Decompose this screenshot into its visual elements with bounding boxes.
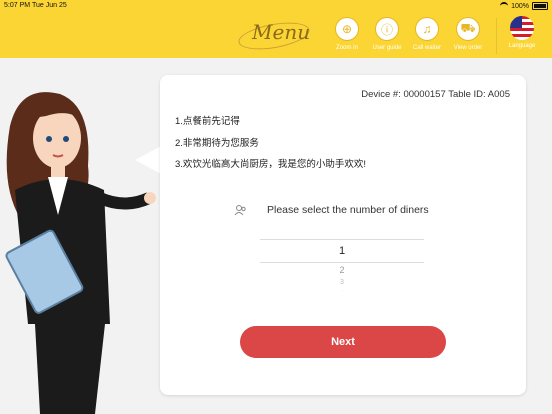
info-icon: ⓘ [375, 17, 399, 41]
zoom-in-button[interactable]: ⊕ Zoom in [327, 17, 367, 51]
logo-text: Menu [252, 20, 311, 44]
assistant-illustration [5, 92, 156, 414]
bell-icon: ♫ [415, 17, 439, 41]
picker-option-2[interactable]: 2 [260, 265, 424, 275]
device-info: Device #: 00000157 Table ID: A005 [361, 89, 510, 100]
user-guide-label: User guide [372, 45, 402, 51]
picker-option-1[interactable]: 1 [260, 239, 424, 263]
user-guide-button[interactable]: ⓘ User guide [367, 17, 407, 51]
zoom-in-label: Zoom in [336, 45, 358, 51]
picker-option-3[interactable]: 3 [260, 279, 424, 286]
cart-icon: ⛟ [456, 17, 480, 41]
status-date: Tue Jun 25 [32, 2, 67, 9]
status-bar: 5:07 PM Tue Jun 25 100% [4, 2, 548, 14]
view-order-button[interactable]: ⛟ View order [448, 17, 488, 51]
speech-tail [135, 146, 161, 174]
diners-prompt: Please select the number of diners [232, 203, 512, 217]
notice-line-1: 1.点餐前先记得 [175, 116, 240, 127]
header-divider [496, 18, 497, 54]
status-right: 100% [500, 2, 548, 10]
notice-line-2: 2.非常期待为您服务 [175, 138, 259, 149]
wifi-icon [500, 2, 509, 10]
call-waiter-button[interactable]: ♫ Call waiter [407, 17, 447, 51]
view-order-label: View order [453, 45, 483, 51]
zoom-icon: ⊕ [335, 17, 359, 41]
header-bar: 5:07 PM Tue Jun 25 100% Menu ⊕ Zoom in ⓘ… [0, 0, 552, 58]
language-button[interactable]: Language [502, 16, 542, 49]
call-waiter-label: Call waiter [412, 45, 441, 51]
menu-logo: Menu [236, 16, 312, 55]
status-time: 5:07 PM [4, 2, 31, 9]
diners-prompt-text: Please select the number of diners [267, 204, 429, 216]
users-icon [234, 205, 246, 216]
notice-line-3: 3.欢饮光临高大尚厨房，我是您的小助手欢欢! [175, 159, 367, 170]
welcome-card: Device #: 00000157 Table ID: A005 1.点餐前先… [160, 75, 526, 395]
battery-percent: 100% [511, 2, 529, 10]
next-button[interactable]: Next [240, 326, 446, 358]
us-flag-icon [510, 16, 534, 40]
diners-picker[interactable]: 1 2 3 · [260, 233, 424, 303]
picker-option-fade: · [341, 288, 343, 294]
battery-icon [532, 2, 548, 10]
language-label: Language [508, 43, 536, 49]
